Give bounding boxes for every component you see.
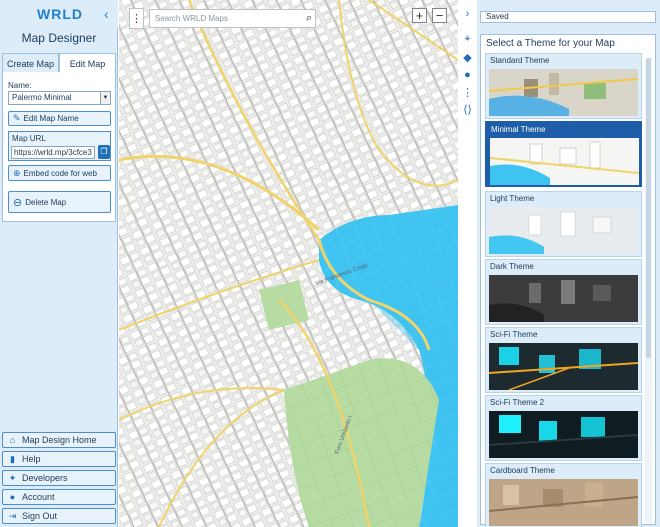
chevron-down-icon[interactable]: ▼ <box>100 92 110 104</box>
nav-label: Help <box>22 454 41 464</box>
theme-light[interactable]: Light Theme <box>485 191 642 257</box>
theme-thumbnail <box>489 411 638 458</box>
theme-name: Sci-Fi Theme 2 <box>490 398 545 407</box>
nav-help[interactable]: ▮ Help <box>2 451 116 467</box>
theme-thumbnail <box>489 479 638 526</box>
nav-account[interactable]: ● Account <box>2 489 116 505</box>
search-placeholder: Search WRLD Maps <box>155 14 228 23</box>
wrld-logo[interactable]: WRLD <box>37 6 83 22</box>
theme-name: Dark Theme <box>490 262 534 271</box>
map-url-box: Map URL https://wrld.mp/3cfce3 ❐ <box>8 131 111 161</box>
scrollbar-thumb[interactable] <box>646 58 651 358</box>
theme-scrollbar[interactable] <box>645 58 652 523</box>
nav-label: Developers <box>22 473 68 483</box>
embed-code-button[interactable]: ⊕ Embed code for web <box>8 165 111 181</box>
collapse-left-icon[interactable]: ‹ <box>104 6 109 22</box>
theme-thumbnail <box>490 138 639 185</box>
code-icon[interactable]: ⟨⟩ <box>461 103 474 116</box>
theme-minimal[interactable]: Minimal Theme <box>485 121 642 187</box>
tab-create-map[interactable]: Create Map <box>2 53 59 73</box>
zoom-in-button[interactable]: + <box>412 8 427 23</box>
map-menu-button[interactable]: ⋮ <box>129 8 144 29</box>
theme-panel: Select a Theme for your Map Standard The… <box>480 34 656 527</box>
search-input[interactable]: Search WRLD Maps ⌕ <box>149 9 316 28</box>
nav-label: Map Design Home <box>22 435 97 445</box>
left-panel: WRLD ‹ Map Designer Create Map Edit Map … <box>0 0 118 527</box>
locate-icon[interactable]: ⌖ <box>461 33 474 46</box>
app-window: WRLD ‹ Map Designer Create Map Edit Map … <box>0 0 660 527</box>
right-panel: Saved Select a Theme for your Map Standa… <box>477 0 660 527</box>
help-icon: ▮ <box>10 453 15 464</box>
wrench-icon: ✦ <box>8 472 17 483</box>
page-title: Map Designer <box>21 31 97 45</box>
nav-label: Account <box>22 492 55 502</box>
nav-sign-out[interactable]: ⇥ Sign Out <box>2 508 116 524</box>
theme-thumbnail <box>489 343 638 390</box>
user-icon: ● <box>9 492 16 502</box>
name-label: Name: <box>8 81 32 90</box>
search-icon[interactable]: ⌕ <box>306 10 312 27</box>
theme-scifi[interactable]: Sci-Fi Theme <box>485 327 642 393</box>
edit-map-name-label: Edit Map Name <box>23 114 79 123</box>
globe-icon: ⊕ <box>13 167 21 178</box>
theme-name: Sci-Fi Theme <box>490 330 538 339</box>
map-url-field[interactable]: https://wrld.mp/3cfce3 <box>11 146 95 159</box>
home-icon: ⌂ <box>9 435 16 445</box>
theme-scifi-2[interactable]: Sci-Fi Theme 2 <box>485 395 642 461</box>
pencil-icon: ✎ <box>13 113 21 123</box>
map-view[interactable]: Via Francesco Crispi Foro Umberto I <box>119 0 458 527</box>
bottom-nav: ⌂ Map Design Home ▮ Help ✦ Developers ● … <box>2 432 116 527</box>
copy-icon[interactable]: ❐ <box>98 145 110 159</box>
logo-bar: WRLD ‹ <box>0 0 118 28</box>
theme-thumbnail <box>489 207 638 254</box>
theme-heading: Select a Theme for your Map <box>486 38 615 49</box>
nav-map-design-home[interactable]: ⌂ Map Design Home <box>2 432 116 448</box>
minus-circle-icon: ⊖ <box>13 196 23 209</box>
tab-bar: Create Map Edit Map <box>2 53 116 73</box>
theme-standard[interactable]: Standard Theme <box>485 53 642 119</box>
embed-code-label: Embed code for web <box>23 168 97 178</box>
tool-strip: › ⌖ ◆ ● ⋮ ⟨⟩ <box>458 0 476 527</box>
theme-name: Standard Theme <box>490 56 550 65</box>
nav-label: Sign Out <box>22 511 58 521</box>
map-name-select[interactable]: Palermo Minimal ▼ <box>8 91 111 105</box>
theme-thumbnail <box>489 69 638 116</box>
collapse-right-icon[interactable]: › <box>461 8 474 20</box>
marker-icon[interactable]: ● <box>461 69 474 81</box>
delete-map-button[interactable]: ⊖ Delete Map <box>8 191 111 213</box>
layers-icon[interactable]: ⋮ <box>461 86 474 99</box>
delete-map-label: Delete Map <box>25 197 67 207</box>
zoom-out-button[interactable]: − <box>432 8 447 23</box>
tab-edit-map[interactable]: Edit Map <box>59 53 116 73</box>
theme-cardboard[interactable]: Cardboard Theme <box>485 463 642 527</box>
map-canvas <box>119 0 458 527</box>
signout-icon: ⇥ <box>8 510 17 521</box>
map-name-value: Palermo Minimal <box>12 93 72 102</box>
theme-name: Cardboard Theme <box>490 466 555 475</box>
nav-developers[interactable]: ✦ Developers <box>2 470 116 486</box>
theme-thumbnail <box>489 275 638 322</box>
theme-dark[interactable]: Dark Theme <box>485 259 642 325</box>
map-url-label: Map URL <box>12 134 46 143</box>
paint-bucket-icon[interactable]: ◆ <box>461 51 474 64</box>
theme-name: Light Theme <box>490 194 535 203</box>
edit-map-name-button[interactable]: ✎ Edit Map Name <box>8 111 111 126</box>
theme-name: Minimal Theme <box>491 125 546 134</box>
save-status: Saved <box>480 11 656 23</box>
